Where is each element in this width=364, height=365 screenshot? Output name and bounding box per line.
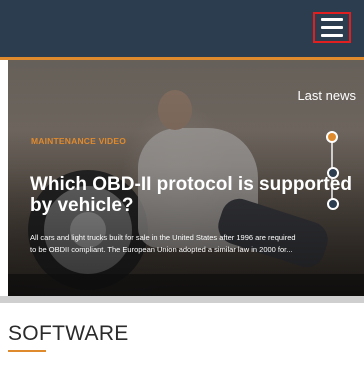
news-hero-slide[interactable]: Last news MAINTENANCE VIDEO Which OBD-II… <box>8 60 364 296</box>
category-tag[interactable]: MAINTENANCE VIDEO <box>31 136 126 146</box>
last-news-label: Last news <box>297 88 356 103</box>
menu-bar <box>321 18 343 21</box>
menu-bar <box>321 26 343 29</box>
news-headline[interactable]: Which OBD-II protocol is supported by ve… <box>30 174 364 216</box>
timeline-dot-active[interactable] <box>326 131 338 143</box>
section-title: SOFTWARE <box>8 322 129 345</box>
news-excerpt: All cars and light trucks built for sale… <box>30 233 296 254</box>
section-title-underline <box>8 350 46 352</box>
hamburger-menu-icon[interactable] <box>313 12 351 43</box>
hero-bottom-strip <box>0 296 364 303</box>
menu-bar <box>321 34 343 37</box>
top-header <box>0 0 364 57</box>
